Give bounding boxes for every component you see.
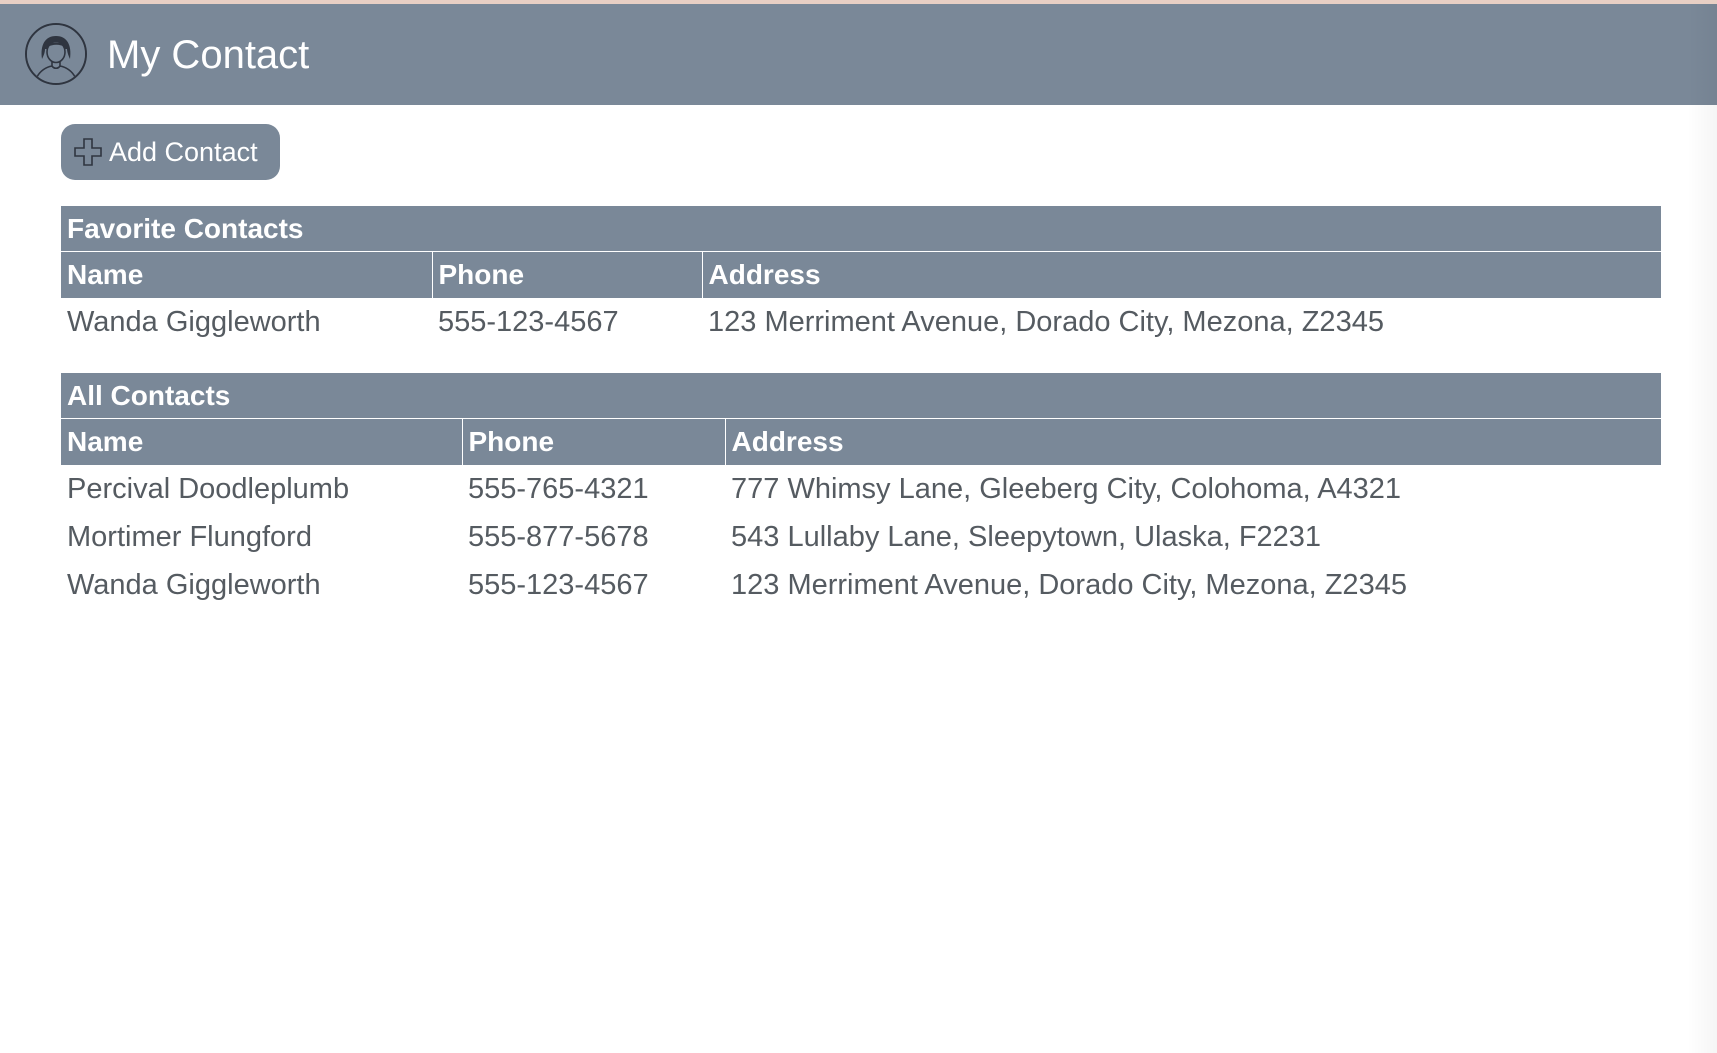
favorite-contacts-table: Name Phone Address Wanda Giggleworth 555… [61, 252, 1661, 346]
table-row[interactable]: Mortimer Flungford 555-877-5678 543 Lull… [61, 513, 1661, 561]
user-avatar-icon[interactable] [25, 23, 87, 85]
column-header-address[interactable]: Address [724, 419, 1661, 465]
app-header: My Contact [0, 4, 1717, 105]
add-contact-button[interactable]: Add Contact [61, 124, 280, 180]
column-header-name[interactable]: Name [61, 252, 432, 298]
plus-icon [74, 138, 102, 166]
table-row[interactable]: Percival Doodleplumb 555-765-4321 777 Wh… [61, 465, 1661, 513]
contact-name: Percival Doodleplumb [67, 472, 350, 505]
contact-phone: 555-123-4567 [438, 305, 619, 338]
all-contacts-section: All Contacts Name Phone Address Percival… [61, 373, 1661, 609]
all-contacts-table: Name Phone Address Percival Doodleplumb … [61, 419, 1661, 609]
favorite-contacts-section: Favorite Contacts Name Phone Address Wan… [61, 206, 1661, 346]
column-header-name[interactable]: Name [61, 419, 462, 465]
contact-phone: 555-123-4567 [468, 568, 649, 601]
contact-name: Mortimer Flungford [67, 520, 312, 553]
column-header-address[interactable]: Address [701, 252, 1661, 298]
table-row[interactable]: Wanda Giggleworth 555-123-4567 123 Merri… [61, 561, 1661, 609]
contact-address: 123 Merriment Avenue, Dorado City, Mezon… [731, 568, 1407, 601]
all-contacts-title: All Contacts [61, 373, 1661, 419]
favorite-contacts-title: Favorite Contacts [61, 206, 1661, 252]
contact-address: 543 Lullaby Lane, Sleepytown, Ulaska, F2… [731, 520, 1322, 553]
add-contact-label: Add Contact [109, 136, 258, 167]
contact-name: Wanda Giggleworth [67, 568, 321, 601]
contact-address: 123 Merriment Avenue, Dorado City, Mezon… [708, 305, 1384, 338]
table-header-row: Name Phone Address [61, 252, 1661, 298]
table-header-row: Name Phone Address [61, 419, 1661, 465]
column-header-phone[interactable]: Phone [431, 252, 702, 298]
contact-address: 777 Whimsy Lane, Gleeberg City, Colohoma… [731, 472, 1402, 505]
contact-phone: 555-765-4321 [468, 472, 649, 505]
window-edge-shadow [1687, 4, 1717, 1053]
column-header-phone[interactable]: Phone [461, 419, 725, 465]
contact-name: Wanda Giggleworth [67, 305, 321, 338]
app-window: My Contact Add Contact Favorite Contacts… [0, 4, 1717, 1053]
table-row[interactable]: Wanda Giggleworth 555-123-4567 123 Merri… [61, 298, 1661, 346]
page: My Contact Add Contact Favorite Contacts… [0, 0, 1717, 1053]
contact-phone: 555-877-5678 [468, 520, 649, 553]
page-title: My Contact [107, 33, 310, 77]
